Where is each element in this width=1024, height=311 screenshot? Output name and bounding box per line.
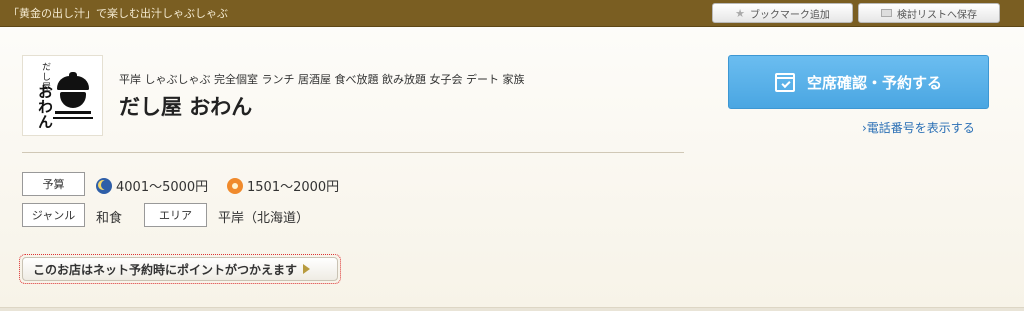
- list-icon: [881, 9, 892, 17]
- sun-icon: [227, 177, 243, 194]
- genre-value: 和食: [96, 211, 123, 226]
- chopsticks-icon: [53, 117, 93, 119]
- show-phone-link[interactable]: ›電話番号を表示する: [862, 119, 975, 136]
- genre-label: ジャンル: [22, 203, 85, 227]
- divider: [22, 152, 684, 153]
- bowl-icon: [57, 76, 89, 90]
- moon-icon: [96, 177, 112, 194]
- point-usage-link[interactable]: このお店はネット予約時にポイントがつかえます: [22, 257, 338, 281]
- point-usage-text: このお店はネット予約時にポイントがつかえます: [33, 262, 298, 277]
- bottom-border: [0, 307, 1024, 311]
- budget-lunch-value: 1501〜2000円: [247, 180, 340, 195]
- logo-text-big: おわん: [36, 84, 54, 129]
- bowl-icon-stand: [55, 111, 91, 114]
- reserve-label: 空席確認・予約する: [806, 73, 942, 92]
- shop-genre-tags: 平岸 しゃぶしゃぶ 完全個室 ランチ 居酒屋 食べ放題 飲み放題 女子会 デート…: [119, 73, 525, 86]
- bowl-icon-body: [60, 92, 86, 108]
- area-label: エリア: [144, 203, 207, 227]
- play-arrow-icon: [303, 264, 311, 274]
- budget-label: 予算: [22, 172, 85, 196]
- budget-dinner-value: 4001〜5000円: [116, 180, 209, 195]
- area-value: 平岸（北海道）: [218, 211, 310, 226]
- shop-logo: だし屋 おわん: [22, 55, 103, 136]
- save-list-label: 検討リストへ保存: [897, 9, 977, 21]
- calendar-check-icon: [774, 72, 795, 92]
- shop-name: だし屋 おわん: [119, 95, 253, 119]
- star-icon: ★: [735, 6, 745, 20]
- budget-dinner: 4001〜5000円: [96, 176, 208, 195]
- save-to-list-button[interactable]: 検討リストへ保存: [858, 3, 1000, 23]
- bookmark-label: ブックマーク追加: [749, 9, 830, 21]
- top-bar: 「黄金の出し汁」で楽しむ出汁しゃぶしゃぶ ★ ブックマーク追加 検討リストへ保存: [0, 0, 1024, 27]
- reserve-button[interactable]: 空席確認・予約する: [728, 55, 989, 109]
- tagline: 「黄金の出し汁」で楽しむ出汁しゃぶしゃぶ: [8, 7, 228, 20]
- point-usage-banner[interactable]: このお店はネット予約時にポイントがつかえます: [19, 254, 341, 284]
- bookmark-button[interactable]: ★ ブックマーク追加: [712, 3, 853, 23]
- budget-lunch: 1501〜2000円: [227, 176, 339, 195]
